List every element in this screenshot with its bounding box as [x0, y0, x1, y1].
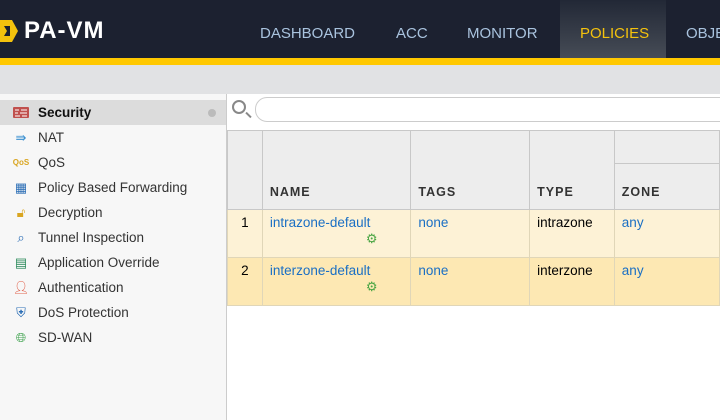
sidebar-item-label: Security: [38, 105, 92, 120]
logo: PA-VM: [0, 17, 105, 45]
table-row[interactable]: 1 intrazone-default ⚙ none intrazone any: [227, 209, 720, 258]
app-title: PA-VM: [24, 17, 105, 44]
nat-arrow-icon: ⇛: [15, 129, 27, 145]
nav-dashboard[interactable]: DASHBOARD: [240, 0, 375, 58]
sidebar-item-qos[interactable]: QoS QoS: [0, 150, 226, 175]
top-header: PA-VM DASHBOARD ACC MONITOR POLICIES OBJ…: [0, 0, 720, 58]
rule-zone[interactable]: any: [613, 257, 720, 306]
nav-objects[interactable]: OBJE: [666, 0, 720, 58]
sidebar-item-label: DoS Protection: [38, 305, 129, 320]
sidebar-item-decryption[interactable]: 🔓︎ Decryption: [0, 200, 226, 225]
app-override-icon: ▤: [14, 254, 28, 270]
status-dot: [208, 109, 216, 117]
sidebar-item-authentication[interactable]: 👤︎ Authentication: [0, 275, 226, 300]
logo-icon: [0, 19, 18, 43]
col-number: [227, 130, 263, 210]
tunnel-inspection-icon: ⌕: [17, 229, 25, 245]
table-row[interactable]: 2 interzone-default ⚙ none interzone any: [227, 257, 720, 306]
rule-zone[interactable]: any: [613, 209, 720, 258]
sdwan-globe-icon: 🌐︎: [15, 329, 27, 345]
col-zone[interactable]: ZONE: [613, 130, 720, 210]
col-type[interactable]: TYPE: [529, 130, 615, 210]
search-input[interactable]: [255, 97, 720, 122]
row-number: 1: [227, 209, 263, 258]
accent-bar: [0, 58, 720, 65]
rule-tags[interactable]: none: [410, 209, 531, 258]
search-icon[interactable]: [232, 100, 246, 114]
table-header: NAME TAGS TYPE ZONE: [227, 130, 720, 210]
rule-tags[interactable]: none: [410, 257, 531, 306]
row-number: 2: [227, 257, 263, 306]
policy-table: NAME TAGS TYPE ZONE 1 intrazone-default ⚙…: [227, 130, 720, 306]
sidebar-item-dos-protection[interactable]: ⛨ DoS Protection: [0, 300, 226, 325]
qos-icon: QoS: [12, 158, 30, 167]
sidebar-item-label: Policy Based Forwarding: [38, 180, 188, 195]
sub-toolbar: [0, 65, 720, 94]
firewall-icon: [12, 104, 30, 122]
sidebar-item-label: NAT: [38, 130, 64, 145]
rule-name-link[interactable]: intrazone-default: [270, 215, 371, 230]
rule-type: intrazone: [529, 209, 615, 258]
col-tags[interactable]: TAGS: [410, 130, 531, 210]
sidebar-item-security[interactable]: Security: [0, 100, 226, 125]
nav-acc[interactable]: ACC: [376, 0, 448, 58]
gear-icon: ⚙: [365, 231, 378, 246]
col-name[interactable]: NAME: [261, 130, 412, 210]
sidebar-item-sd-wan[interactable]: 🌐︎ SD-WAN: [0, 325, 226, 350]
sidebar-item-label: Authentication: [38, 280, 124, 295]
sidebar-item-label: Application Override: [38, 255, 160, 270]
nav-policies[interactable]: POLICIES: [560, 0, 666, 58]
sidebar-item-nat[interactable]: ⇛ NAT: [0, 125, 226, 150]
sidebar-item-application-override[interactable]: ▤ Application Override: [0, 250, 226, 275]
sidebar-item-label: Tunnel Inspection: [38, 230, 145, 245]
sidebar-item-policy-based-forwarding[interactable]: ▦ Policy Based Forwarding: [0, 175, 226, 200]
gear-icon: ⚙: [365, 279, 378, 294]
pbf-icon: ▦: [14, 179, 28, 195]
dos-shield-icon: ⛨: [16, 304, 26, 320]
sidebar-item-label: QoS: [38, 155, 66, 170]
unlock-icon: 🔓︎: [16, 204, 26, 220]
nav-monitor[interactable]: MONITOR: [447, 0, 558, 58]
sidebar: Security ⇛ NAT QoS QoS ▦ Policy Based Forwa…: [0, 94, 227, 420]
sidebar-item-label: Decryption: [38, 205, 103, 220]
rule-type: interzone: [529, 257, 615, 306]
sidebar-item-label: SD-WAN: [38, 330, 93, 345]
rule-name-link[interactable]: interzone-default: [270, 263, 371, 278]
authentication-icon: 👤︎: [12, 279, 30, 295]
search-bar: [227, 94, 720, 130]
sidebar-item-tunnel-inspection[interactable]: ⌕ Tunnel Inspection: [0, 225, 226, 250]
